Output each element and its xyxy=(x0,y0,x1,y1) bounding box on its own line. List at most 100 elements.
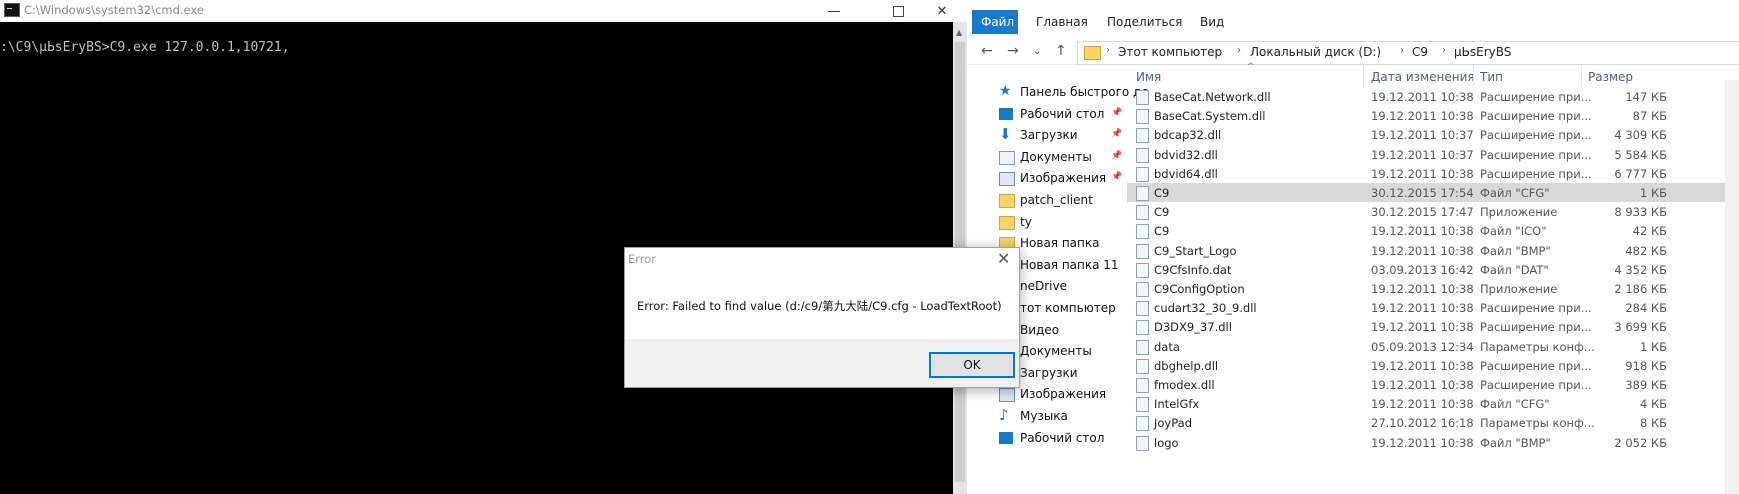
file-name: C9ConfigOption xyxy=(1154,282,1245,296)
file-icon xyxy=(1136,243,1149,259)
file-row[interactable]: BaseCat.Network.dll 19.12.2011 10:38 Расши… xyxy=(1127,87,1725,106)
tab-home[interactable]: Главная xyxy=(1027,10,1097,34)
file-name: bdcap32.dll xyxy=(1154,128,1222,143)
file-row[interactable]: BaseCat.System.dll 19.12.2011 10:38 Расшир… xyxy=(1127,106,1725,125)
file-name: C9CfsInfo.dat xyxy=(1154,262,1232,277)
nav-item-label: neDrive xyxy=(1020,279,1067,294)
nav-item[interactable]: Рабочий стол xyxy=(967,428,1127,450)
file-icon xyxy=(1136,186,1149,201)
file-row[interactable]: logo 19.12.2011 10:38 Файл "BMP" 2 052 КБ xyxy=(1127,433,1725,452)
tab-share[interactable]: Поделиться xyxy=(1098,10,1191,34)
column-date[interactable]: Дата изменения xyxy=(1371,70,1475,84)
pin-icon[interactable]: 📌 xyxy=(1111,108,1122,118)
nav-item-label: Музыка xyxy=(1020,409,1068,423)
file-row[interactable]: JoyPad 27.10.2012 16:18 Параметры конф... 8… xyxy=(1127,413,1725,432)
pin-icon[interactable]: 📌 xyxy=(1111,129,1122,139)
cmd-title-bar[interactable]: C:\Windows\system32\cmd.exe — ✕ xyxy=(0,0,958,22)
pin-icon[interactable]: 📌 xyxy=(1111,172,1122,182)
file-name: JoyPad xyxy=(1154,416,1192,431)
dialog-close-icon[interactable]: ✕ xyxy=(997,249,1010,268)
file-list: ^ Имя Дата изменения Тип Размер BaseCat.… xyxy=(1127,62,1725,494)
nav-item-label: Видео xyxy=(1020,322,1060,337)
back-arrow-icon[interactable]: ← xyxy=(981,43,993,59)
navigation-bar: ← → ⌄ ↑ › Этот компьютер › Локальный дис… xyxy=(967,40,1739,65)
desktop-icon xyxy=(999,107,1013,120)
file-row[interactable]: IntelGfx 19.12.2011 10:38 Файл "CFG" 4 КБ xyxy=(1127,394,1725,413)
nav-item[interactable]: ★ Панель быстрого дс xyxy=(967,82,1148,104)
breadcrumb-c9[interactable]: C9 xyxy=(1412,45,1428,59)
file-row[interactable]: fmodex.dll 19.12.2011 10:38 Расширение при… xyxy=(1127,375,1725,394)
nav-item[interactable]: Документы 📌 xyxy=(967,147,1127,169)
file-row[interactable]: dbghelp.dll 19.12.2011 10:38 Расширение пр… xyxy=(1127,356,1725,375)
file-size: 1 КБ xyxy=(1639,339,1667,354)
nav-item[interactable]: Рабочий стол 📌 xyxy=(967,104,1127,126)
breadcrumb-chevron-icon[interactable]: › xyxy=(1442,45,1446,56)
file-row[interactable]: bdcap32.dll 19.12.2011 10:37 Расширение пр… xyxy=(1127,125,1725,144)
column-type[interactable]: Тип xyxy=(1480,70,1503,84)
column-size[interactable]: Размер xyxy=(1588,70,1633,84)
breadcrumb-chevron-icon[interactable]: › xyxy=(1237,45,1241,56)
breadcrumb-chevron-icon[interactable]: › xyxy=(1106,45,1110,56)
breadcrumb-chevron-icon[interactable]: › xyxy=(1400,45,1404,56)
file-list-scrollbar[interactable] xyxy=(1725,80,1739,494)
nav-item[interactable]: ♪ Музыка xyxy=(967,406,1127,428)
nav-item[interactable]: ty xyxy=(967,212,1127,234)
pin-icon[interactable]: 📌 xyxy=(1111,151,1122,161)
breadcrumb-folder[interactable]: µЬsЕrуBS xyxy=(1454,45,1511,59)
maximize-button[interactable] xyxy=(876,0,920,22)
file-row[interactable]: C9 19.12.2011 10:38 Файл "ICO" 42 КБ xyxy=(1127,221,1725,240)
file-row[interactable]: C9 30.12.2015 17:54 Файл "CFG" 1 КБ xyxy=(1127,183,1725,202)
nav-item[interactable]: Изображения 📌 xyxy=(967,168,1127,190)
recent-locations-chevron-icon[interactable]: ⌄ xyxy=(1033,46,1041,57)
file-row[interactable]: cudart32_30_9.dll 19.12.2011 10:38 Расшире… xyxy=(1127,298,1725,317)
nav-item[interactable]: ⬇ Загрузки 📌 xyxy=(967,125,1127,147)
ok-button[interactable]: OK xyxy=(929,352,1015,378)
file-row[interactable]: C9_Start_Logo 19.12.2011 10:38 Файл "BMP" 4… xyxy=(1127,241,1725,260)
file-type: Файл "CFG" xyxy=(1480,186,1550,200)
file-type: Файл "ICO" xyxy=(1480,224,1547,239)
file-row[interactable]: bdvid32.dll 19.12.2011 10:37 Расширение пр… xyxy=(1127,145,1725,164)
file-size: 6 777 КБ xyxy=(1614,166,1667,181)
file-date: 19.12.2011 10:38 xyxy=(1371,109,1474,124)
explorer-window: Файл Главная Поделиться Вид ← → ⌄ ↑ › Эт… xyxy=(967,0,1739,494)
minimize-button[interactable]: — xyxy=(812,0,856,22)
file-date: 05.09.2013 12:34 xyxy=(1371,339,1474,354)
file-date: 19.12.2011 10:38 xyxy=(1371,224,1474,239)
forward-arrow-icon[interactable]: → xyxy=(1007,43,1019,59)
tab-file[interactable]: Файл xyxy=(972,10,1018,34)
file-row[interactable]: C9CfsInfo.dat 03.09.2013 16:42 Файл "DAT" 4… xyxy=(1127,260,1725,279)
file-icon xyxy=(1136,358,1149,374)
file-row[interactable]: C9 30.12.2015 17:47 Приложение 8 933 КБ xyxy=(1127,202,1725,221)
file-size: 4 352 КБ xyxy=(1614,262,1667,277)
up-arrow-icon[interactable]: ↑ xyxy=(1055,43,1067,59)
breadcrumb-pc[interactable]: Этот компьютер xyxy=(1118,45,1222,59)
file-size: 2 052 КБ xyxy=(1614,435,1667,450)
file-icon xyxy=(1136,128,1149,144)
ribbon-tabs: Файл Главная Поделиться Вид xyxy=(967,10,1739,34)
file-size: 5 584 КБ xyxy=(1614,147,1667,162)
file-size: 389 КБ xyxy=(1625,378,1667,392)
nav-item-label: Загрузки xyxy=(1020,365,1078,380)
address-bar[interactable]: › Этот компьютер › Локальный диск (D:) ›… xyxy=(1077,41,1739,65)
file-row[interactable]: C9ConfigOption 19.12.2011 10:38 Приложение… xyxy=(1127,279,1725,298)
file-icon xyxy=(1136,397,1149,413)
nav-item[interactable]: patch_client xyxy=(967,190,1127,212)
cmd-window-title: C:\Windows\system32\cmd.exe xyxy=(24,3,204,17)
scroll-up-icon[interactable]: ▲ xyxy=(956,28,962,37)
nav-item-label: Документы xyxy=(1020,149,1092,164)
column-name[interactable]: Имя xyxy=(1136,70,1161,84)
error-dialog: Error ✕ Error: Failed to find value (d:/… xyxy=(624,247,1020,388)
tab-view[interactable]: Вид xyxy=(1191,10,1233,34)
file-date: 19.12.2011 10:38 xyxy=(1371,166,1474,181)
file-size: 2 186 КБ xyxy=(1614,282,1667,296)
file-row[interactable]: data 05.09.2013 12:34 Параметры конф... 1 К… xyxy=(1127,337,1725,356)
file-date: 19.12.2011 10:38 xyxy=(1371,358,1474,373)
breadcrumb-disk[interactable]: Локальный диск (D:) xyxy=(1250,45,1381,59)
desktop-icon xyxy=(999,431,1013,444)
file-name: bdvid64.dll xyxy=(1154,166,1218,181)
music-icon: ♪ xyxy=(999,406,1009,424)
file-size: 147 КБ xyxy=(1625,90,1667,104)
file-row[interactable]: D3DX9_37.dll 19.12.2011 10:38 Расширение п… xyxy=(1127,317,1725,336)
file-row[interactable]: bdvid64.dll 19.12.2011 10:38 Расширение пр… xyxy=(1127,164,1725,183)
close-button[interactable]: ✕ xyxy=(920,0,964,22)
